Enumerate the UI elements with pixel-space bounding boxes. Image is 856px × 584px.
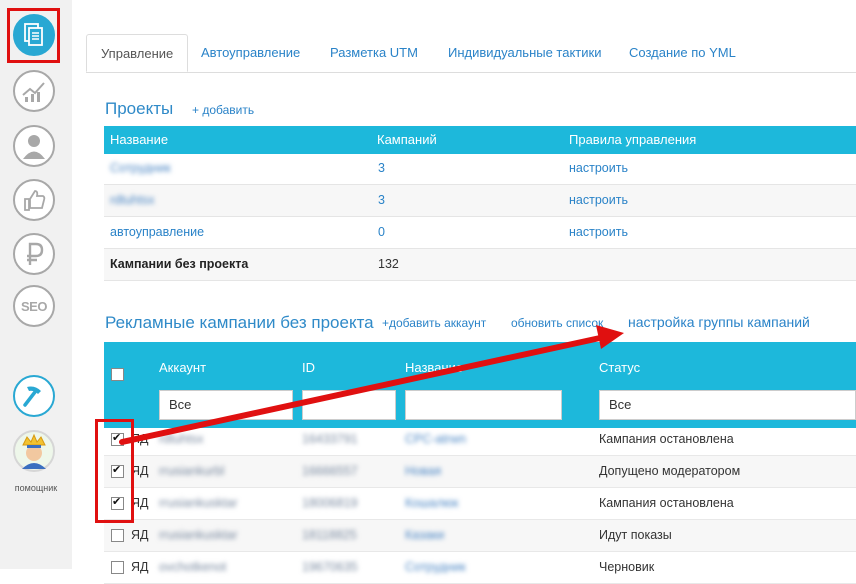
account-filter[interactable]: Все <box>159 390 293 420</box>
helper-avatar-icon[interactable] <box>13 430 55 472</box>
campaign-account: rrusiankurbl <box>159 464 225 478</box>
campaign-account: rdtuhtsx <box>159 432 204 446</box>
column-id: ID <box>302 360 315 375</box>
table-row: Сотрудник 3 настроить <box>104 153 856 185</box>
add-account-link[interactable]: +добавить аккаунт <box>382 316 486 330</box>
no-project-count: 132 <box>378 257 399 271</box>
campaign-account: rrusiankusktar <box>159 528 238 542</box>
campaign-group-settings-link[interactable]: настройка группы кампаний <box>628 314 810 330</box>
id-filter[interactable] <box>302 390 396 420</box>
table-row: ЯД rdtuhtsx 16433791 CPC-atrwn Кампания … <box>104 424 856 456</box>
campaign-name-link[interactable]: Сотрудник <box>405 552 466 584</box>
campaign-status: Кампания остановлена <box>599 496 734 510</box>
campaign-name-link[interactable]: Казаки <box>405 520 444 552</box>
tab-bar: Управление Автоуправление Разметка UTM И… <box>86 34 856 73</box>
annotation-highlight-frame <box>7 8 60 63</box>
column-account: Аккаунт <box>159 360 207 375</box>
tab-create-by-yml[interactable]: Создание по YML <box>615 34 750 72</box>
project-campaign-count[interactable]: 0 <box>378 217 385 249</box>
campaign-type: ЯД <box>131 528 149 542</box>
project-name[interactable]: Сотрудник <box>110 153 171 185</box>
table-row: автоуправление 0 настроить <box>104 217 856 249</box>
statistics-icon[interactable] <box>13 70 55 112</box>
campaign-name-link[interactable]: Кошалюк <box>405 488 458 520</box>
campaign-id: 16433791 <box>302 432 358 446</box>
column-rules: Правила управления <box>569 132 697 147</box>
row-checkbox[interactable] <box>111 529 124 542</box>
tab-automanagement[interactable]: Автоуправление <box>187 34 314 72</box>
table-row: Кампании без проекта 132 <box>104 249 856 281</box>
column-campaigns: Кампаний <box>377 132 437 147</box>
row-checkbox[interactable] <box>111 561 124 574</box>
project-name[interactable]: rdtuhtsx <box>110 185 154 217</box>
likes-icon[interactable] <box>13 179 55 221</box>
project-name[interactable]: автоуправление <box>110 217 204 249</box>
project-rules-link[interactable]: настроить <box>569 217 628 249</box>
campaign-status: Черновик <box>599 560 655 574</box>
tab-management[interactable]: Управление <box>86 34 189 72</box>
campaign-name-link[interactable]: CPC-atrwn <box>405 424 466 456</box>
campaign-id: 18006819 <box>302 496 358 510</box>
refresh-list-link[interactable]: обновить список <box>511 316 603 330</box>
select-all-checkbox[interactable] <box>111 368 124 381</box>
campaign-account: rrusiankusktar <box>159 496 238 510</box>
project-campaign-count[interactable]: 3 <box>378 153 385 185</box>
ruble-icon[interactable] <box>13 233 55 275</box>
table-row: ЯД ovchotkenot 19670635 Сотрудник Чернов… <box>104 552 856 584</box>
project-campaign-count[interactable]: 3 <box>378 185 385 217</box>
table-row: rdtuhtsx 3 настроить <box>104 185 856 217</box>
campaign-status: Кампания остановлена <box>599 432 734 446</box>
projects-table-header: Название Кампаний Правила управления <box>104 126 856 154</box>
sidebar: SEO помощник <box>0 0 72 569</box>
campaign-name-link[interactable]: Новая <box>405 456 441 488</box>
project-rules-link[interactable]: настроить <box>569 153 628 185</box>
name-filter[interactable] <box>405 390 562 420</box>
helper-label: помощник <box>14 483 58 493</box>
tab-individual-tactics[interactable]: Индивидуальные тактики <box>434 34 615 72</box>
campaign-id: 16666557 <box>302 464 358 478</box>
table-row: ЯД rrusiankurbl 16666557 Новая Допущено … <box>104 456 856 488</box>
seo-icon[interactable]: SEO <box>13 285 55 327</box>
column-campaign-name: Название <box>405 360 464 375</box>
table-row: ЯД rrusiankusktar 18006819 Кошалюк Кампа… <box>104 488 856 520</box>
no-project-label: Кампании без проекта <box>110 257 249 271</box>
user-icon[interactable] <box>13 125 55 167</box>
campaign-status: Допущено модератором <box>599 464 741 478</box>
campaigns-title: Рекламные кампании без проекта <box>105 313 374 332</box>
campaign-id: 18118825 <box>302 528 357 542</box>
campaigns-table-header: Аккаунт ID Название Статус Все Все <box>104 342 856 428</box>
column-name: Название <box>110 132 169 147</box>
annotation-checkbox-frame <box>95 419 134 523</box>
campaign-account: ovchotkenot <box>159 560 227 574</box>
add-project-link[interactable]: + добавить <box>192 103 254 117</box>
status-filter[interactable]: Все <box>599 390 856 420</box>
campaign-id: 19670635 <box>302 560 358 574</box>
table-row: ЯД rrusiankusktar 18118825 Казаки Идут п… <box>104 520 856 552</box>
projects-title: Проекты <box>105 99 174 118</box>
campaign-type: ЯД <box>131 560 149 574</box>
campaign-status: Идут показы <box>599 528 672 542</box>
project-rules-link[interactable]: настроить <box>569 185 628 217</box>
tools-icon[interactable] <box>13 375 55 417</box>
column-status: Статус <box>599 360 641 375</box>
tab-utm-markup[interactable]: Разметка UTM <box>316 34 432 72</box>
